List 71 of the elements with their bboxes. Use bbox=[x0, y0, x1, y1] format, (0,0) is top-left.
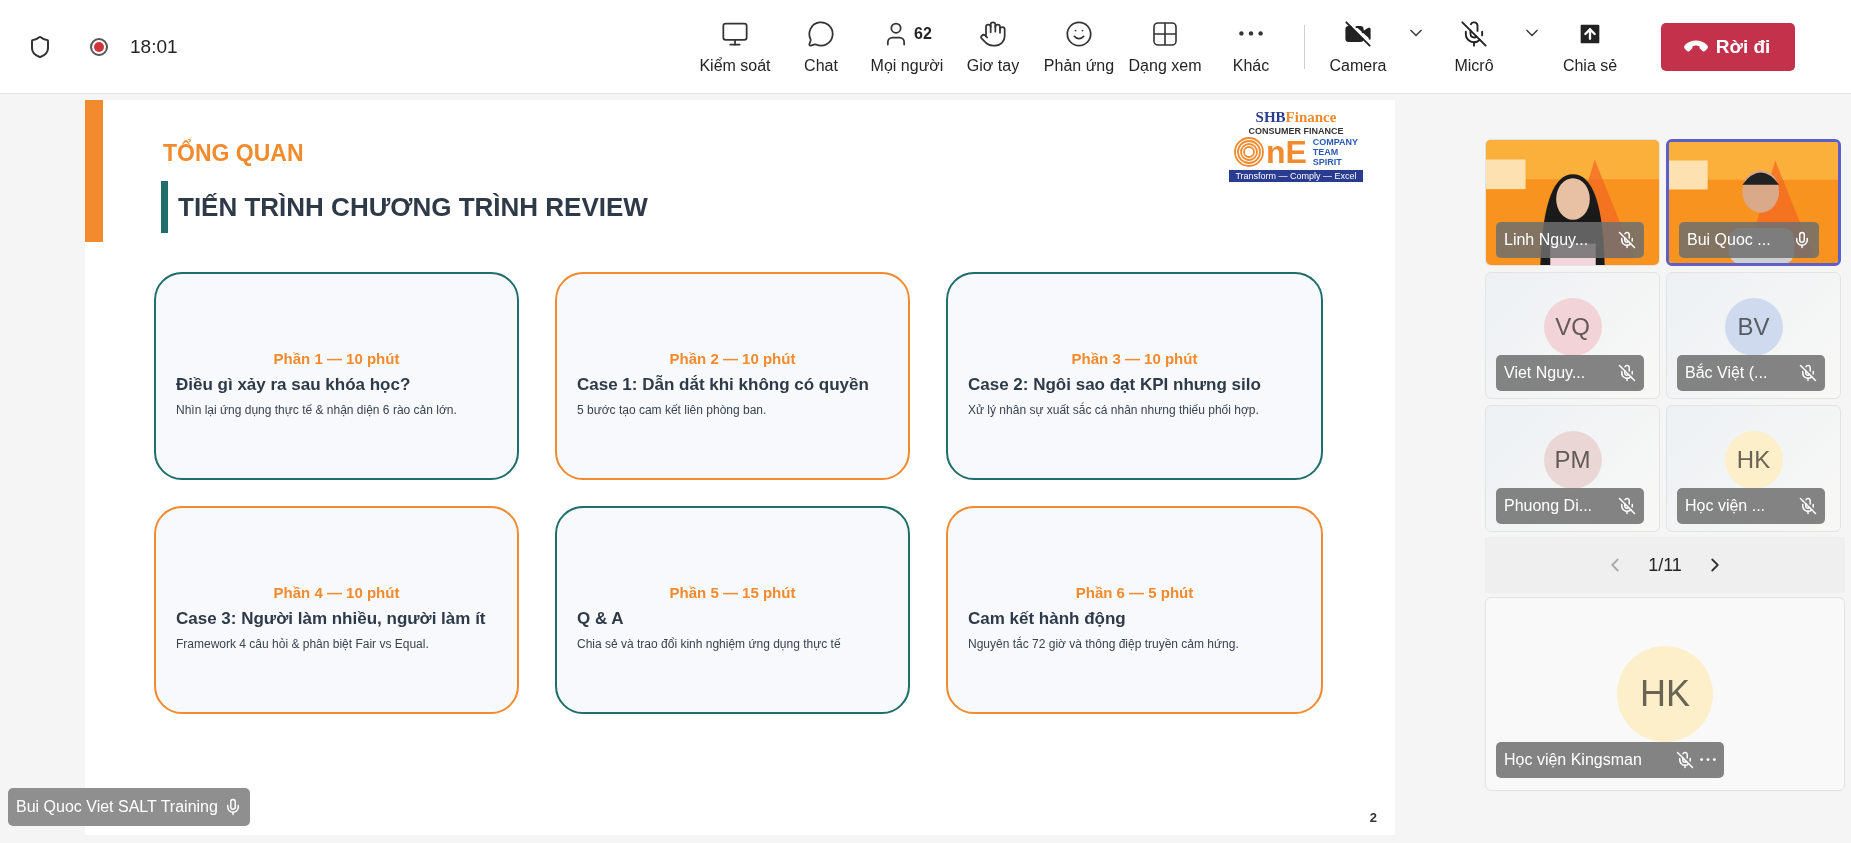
participant-name: Bui Quoc ... bbox=[1687, 231, 1772, 249]
avatar: HK bbox=[1724, 430, 1783, 489]
participant-name: Học viện Kingsman bbox=[1504, 751, 1643, 769]
shield-icon bbox=[28, 34, 52, 59]
card-text: Xử lý nhân sự xuất sắc cá nhân nhưng thiếu phối hợp. bbox=[968, 402, 1260, 417]
card-label: Phần 1 — 10 phút bbox=[273, 349, 400, 367]
toolbar-button[interactable]: Phản ứng bbox=[1036, 11, 1122, 82]
card-title: Case 1: Dẫn dắt khi không có quyền bbox=[577, 374, 870, 395]
brand-name: Finance bbox=[1285, 109, 1337, 125]
speaker-name: Bui Quoc Viet SALT Training bbox=[16, 798, 218, 816]
page-number: 2 bbox=[1369, 810, 1377, 825]
card-title: Q & A bbox=[577, 608, 625, 629]
toolbar-button[interactable]: Chat bbox=[778, 11, 864, 82]
participant-name: Phuong Di... bbox=[1504, 497, 1594, 515]
card-title: Case 3: Người làm nhiều, người làm ít bbox=[176, 608, 487, 629]
card-text: 5 bước tạo cam kết liên phòng ban. bbox=[577, 402, 768, 417]
avatar: HK bbox=[1617, 646, 1713, 742]
page-indicator: 1/11 bbox=[1648, 554, 1682, 576]
participant-name: Viet Nguy... bbox=[1504, 364, 1587, 382]
slide-section: TỔNG QUAN bbox=[163, 140, 648, 167]
avatar: BV bbox=[1724, 297, 1783, 356]
slide-title: TIẾN TRÌNH CHƯƠNG TRÌNH REVIEW bbox=[178, 191, 648, 223]
participant-tile[interactable]: Bui Quoc ... bbox=[1666, 139, 1841, 266]
participant-tile[interactable]: Linh Nguy... bbox=[1485, 139, 1660, 266]
avatar: PM bbox=[1543, 430, 1602, 489]
toolbar-button[interactable]: Khác bbox=[1208, 11, 1294, 82]
card-text: Nhìn lại ứng dụng thực tế & nhận diện 6 rào cản lớn. bbox=[176, 402, 458, 417]
card-label: Phần 2 — 10 phút bbox=[669, 349, 796, 367]
brand-name: SHB bbox=[1255, 109, 1286, 125]
more-icon bbox=[1239, 31, 1263, 36]
card-label: Phần 6 — 5 phút bbox=[1075, 583, 1194, 601]
card-title: Điều gì xảy ra sau khóa học? bbox=[176, 374, 412, 395]
toolbar-button[interactable]: Kiểm soát bbox=[692, 11, 778, 82]
device-button[interactable]: Camera bbox=[1315, 11, 1401, 82]
accent-bar bbox=[161, 181, 168, 233]
participant-name: Linh Nguy... bbox=[1504, 231, 1590, 249]
toolbar-button[interactable]: 62 Mọi người bbox=[864, 11, 950, 82]
more-icon[interactable] bbox=[1700, 758, 1716, 762]
participant-name: Bắc Việt (... bbox=[1685, 364, 1769, 382]
card-title: Cam kết hành động bbox=[968, 608, 1127, 629]
device-button[interactable]: Micrô bbox=[1431, 11, 1517, 82]
share-button[interactable]: Chia sẻ bbox=[1547, 11, 1633, 82]
logo-word: SPIRIT bbox=[1312, 157, 1343, 167]
smiley-icon bbox=[1065, 19, 1093, 48]
brand-subtitle: CONSUMER FINANCE bbox=[1248, 126, 1344, 136]
people-count: 62 bbox=[914, 24, 932, 43]
toolbar-button[interactable]: Dạng xem bbox=[1122, 11, 1208, 82]
logo-word: TEAM bbox=[1312, 147, 1340, 157]
participant-name: Học viện ... bbox=[1685, 497, 1767, 515]
logo-word: COMPANY bbox=[1312, 137, 1359, 147]
meeting-time: 18:01 bbox=[130, 35, 178, 58]
card-label: Phần 5 — 15 phút bbox=[669, 583, 796, 601]
participant-tile[interactable]: VQ Viet Nguy... bbox=[1485, 272, 1660, 399]
hand-icon bbox=[979, 19, 1007, 48]
logo-letters: nE bbox=[1265, 136, 1307, 168]
card-title: Case 2: Ngôi sao đạt KPI nhưng silo bbox=[968, 374, 1262, 395]
rings-icon bbox=[1233, 137, 1264, 167]
logo-tagline: Transform — Comply — Excel bbox=[1229, 170, 1363, 182]
toolbar-button[interactable]: Giơ tay bbox=[950, 11, 1036, 82]
chat-icon bbox=[807, 19, 835, 48]
grid-icon bbox=[1152, 20, 1178, 47]
card-label: Phần 3 — 10 phút bbox=[1071, 349, 1198, 367]
avatar: VQ bbox=[1543, 297, 1602, 356]
participant-tile[interactable]: BV Bắc Việt (... bbox=[1666, 272, 1841, 399]
card-label: Phần 4 — 10 phút bbox=[273, 583, 400, 601]
card-text: Nguyên tắc 72 giờ và thông điệp truyền cảm hứng. bbox=[968, 636, 1240, 651]
card-text: Framework 4 câu hỏi & phân biệt Fair vs Equal. bbox=[176, 636, 430, 651]
participant-tile[interactable]: PM Phuong Di... bbox=[1485, 405, 1660, 532]
leave-button[interactable]: Rời đi bbox=[1661, 22, 1795, 71]
card-text: Chia sẻ và trao đổi kinh nghiệm ứng dụng thực tế bbox=[577, 636, 842, 651]
participant-tile[interactable]: HK Học viện ... bbox=[1666, 405, 1841, 532]
